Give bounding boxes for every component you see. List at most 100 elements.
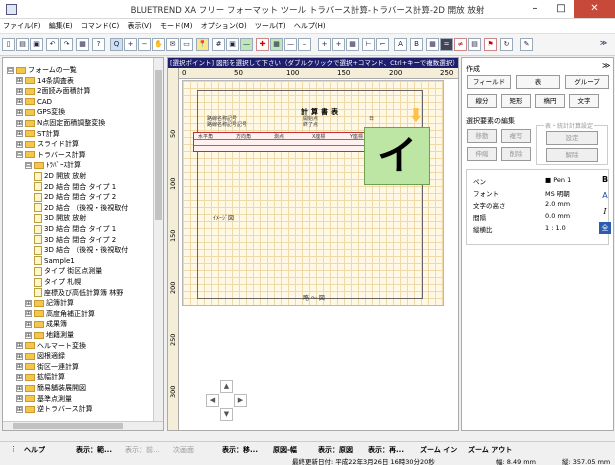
tree-hscroll-thumb[interactable] <box>13 423 123 429</box>
flag-icon[interactable]: ⚑ <box>484 38 497 51</box>
expand-icon[interactable]: ⊞ <box>25 331 32 339</box>
expand-icon[interactable]: ⊞ <box>16 405 23 413</box>
tree-item[interactable]: ⊞ N点固定面積調整変換 <box>16 118 105 128</box>
tree-item[interactable]: ⊞ 14条調査表 <box>16 76 74 86</box>
undo-icon[interactable]: ↶ <box>46 38 59 51</box>
status-view-move[interactable]: 表示：移... <box>222 445 258 455</box>
expand-icon[interactable]: ⊞ <box>16 140 23 148</box>
tree-vertical-scrollbar[interactable] <box>153 58 163 430</box>
table-icon[interactable]: ▦ <box>270 38 283 51</box>
tree-item[interactable]: ⊞ 2面読み面積計算 <box>16 86 90 96</box>
status-zoom-in[interactable]: ズーム イン <box>420 445 457 455</box>
pan-right-button[interactable]: ▶ <box>234 394 247 407</box>
stretch-button[interactable]: 伸縮 <box>467 147 497 161</box>
calc-set-button[interactable]: 設定 <box>546 131 598 145</box>
attr-aspect-value[interactable]: 1 : 1.0 <box>545 224 566 232</box>
email-icon[interactable]: ✉ <box>166 38 179 51</box>
new-icon[interactable]: ▯ <box>2 38 15 51</box>
select-all-button[interactable]: 全 <box>599 222 611 234</box>
menu-edit[interactable]: 編集(E) <box>46 19 76 33</box>
drawing-canvas[interactable]: [選択ポイント] 図形を選択して下さい（ダブルクリックで選択+コマンド、Ctrl… <box>167 57 459 431</box>
expand-icon[interactable]: ⊞ <box>16 384 23 392</box>
maximize-button[interactable]: □ <box>548 0 574 18</box>
tree-item[interactable]: ⊞ スライド計算 <box>16 139 79 149</box>
tree-item[interactable]: 3D 結合 閉合 タイプ 2 <box>34 235 116 245</box>
tree-item[interactable]: ⊞ 基準点測量 <box>16 394 72 404</box>
delete-button[interactable]: 削除 <box>501 147 531 161</box>
expand-icon[interactable]: ⊞ <box>16 363 23 371</box>
status-next-screen[interactable]: 次画面 <box>173 445 194 455</box>
tree-item[interactable]: ⊞ 街区一連計算 <box>16 362 79 372</box>
table2-icon[interactable]: ▦ <box>426 38 439 51</box>
menu-mode[interactable]: モード(M) <box>157 19 196 33</box>
status-view-range[interactable]: 表示：範... <box>76 445 112 455</box>
minimize-button[interactable]: – <box>522 0 548 18</box>
expand-icon[interactable]: ⊞ <box>25 310 32 318</box>
expand-icon[interactable]: ⊞ <box>16 342 23 350</box>
menu-tools[interactable]: ツール(T) <box>252 19 289 33</box>
tree-item[interactable]: 3D 結合 （後視・後視取付 <box>34 245 128 255</box>
status-original-width[interactable]: 原図-幅 <box>273 445 297 455</box>
create-table-button[interactable]: 表 <box>516 75 560 89</box>
tree-item[interactable]: ⊞ 記簿計算 <box>25 298 74 308</box>
expand-icon[interactable]: ⊞ <box>16 108 23 116</box>
tree-item[interactable]: ⊟ ﾄﾗﾊﾞｰｽ計算 <box>25 160 81 170</box>
copy-button[interactable]: 複写 <box>501 129 531 143</box>
save-icon[interactable]: ▣ <box>30 38 43 51</box>
expand-icon[interactable]: ⊞ <box>16 352 23 360</box>
pan-down-button[interactable]: ▼ <box>220 408 233 421</box>
tree-item[interactable]: 2D 結合 閉合 タイプ 1 <box>34 182 116 192</box>
tree-item[interactable]: ⊞ 図根適録 <box>16 351 65 361</box>
box-icon[interactable]: ▤ <box>468 38 481 51</box>
menu-options[interactable]: オプション(O) <box>198 19 250 33</box>
italic-button[interactable]: I <box>599 206 611 218</box>
create-text-button[interactable]: 文字 <box>569 94 599 108</box>
tree-item[interactable]: ⊞ GPS変換 <box>16 107 65 117</box>
tree-item[interactable]: 2D 結合 （後視・後視取付 <box>34 203 128 213</box>
ne-icon[interactable]: ≠ <box>454 38 467 51</box>
close-button[interactable]: ✕ <box>574 0 615 18</box>
status-view-original[interactable]: 表示：原図 <box>318 445 353 455</box>
pin-icon[interactable]: 📍 <box>196 38 209 51</box>
zoom-icon[interactable]: Q <box>110 38 123 51</box>
tree-item[interactable]: ⊞ ヘルマート変換 <box>16 341 86 351</box>
expand-icon[interactable]: ⊞ <box>16 395 23 403</box>
expand-icon[interactable]: ⊞ <box>16 98 23 106</box>
collapse-icon[interactable]: ⊟ <box>25 161 32 169</box>
tree-item[interactable]: 3D 開放 放射 <box>34 213 86 223</box>
tree-item[interactable]: Sample1 <box>34 256 75 266</box>
status-zoom-out[interactable]: ズーム アウト <box>468 445 512 455</box>
tree-horizontal-scrollbar[interactable] <box>3 421 163 430</box>
create-field-button[interactable]: フィールド <box>467 75 511 89</box>
toolbar-more-button[interactable]: ≫ <box>597 38 610 51</box>
expand-icon[interactable]: ⊞ <box>16 87 23 95</box>
collapse-icon[interactable]: ⊟ <box>16 151 23 159</box>
create-ellipse-button[interactable]: 楕円 <box>535 94 565 108</box>
create-group-button[interactable]: グループ <box>565 75 609 89</box>
expand-icon[interactable]: ⊞ <box>16 373 23 381</box>
create-line-button[interactable]: 線分 <box>467 94 497 108</box>
redo-icon[interactable]: ↷ <box>60 38 73 51</box>
pan-left-button[interactable]: ◀ <box>206 394 219 407</box>
line-icon[interactable]: — <box>240 38 253 51</box>
snap-grid-icon[interactable]: ▦ <box>346 38 359 51</box>
tree-item[interactable]: ⊞ 高度角補正計算 <box>25 309 95 319</box>
draw-icon[interactable]: ✎ <box>520 38 533 51</box>
tree-item[interactable]: タイプ 札幌 <box>34 277 81 287</box>
help-icon[interactable]: ? <box>92 38 105 51</box>
menu-file[interactable]: ファイル(F) <box>0 19 44 33</box>
tree-item[interactable]: ⊞ ST計算 <box>16 129 60 139</box>
tree-item[interactable]: ⊟ トラバース計算 <box>16 150 86 160</box>
tree-item[interactable]: タイプ 街区点測量 <box>34 266 102 276</box>
collapse-icon[interactable]: ⊟ <box>7 66 14 74</box>
tree-item[interactable]: 3D 結合 閉合 タイプ 1 <box>34 224 116 234</box>
rotate-icon[interactable]: ↻ <box>500 38 513 51</box>
menu-help[interactable]: ヘルプ(H) <box>291 19 329 33</box>
tree-item[interactable]: 2D 開放 放射 <box>34 171 86 181</box>
text-b-icon[interactable]: B <box>410 38 423 51</box>
tree-item[interactable]: ⊞ 地籍測量 <box>25 330 74 340</box>
tree-item[interactable]: ⊞ 成果簿 <box>25 319 67 329</box>
attr-font-value[interactable]: MS 明朝 <box>545 188 570 198</box>
text-a-icon[interactable]: A <box>394 38 407 51</box>
snap-plus-icon[interactable]: + <box>318 38 331 51</box>
